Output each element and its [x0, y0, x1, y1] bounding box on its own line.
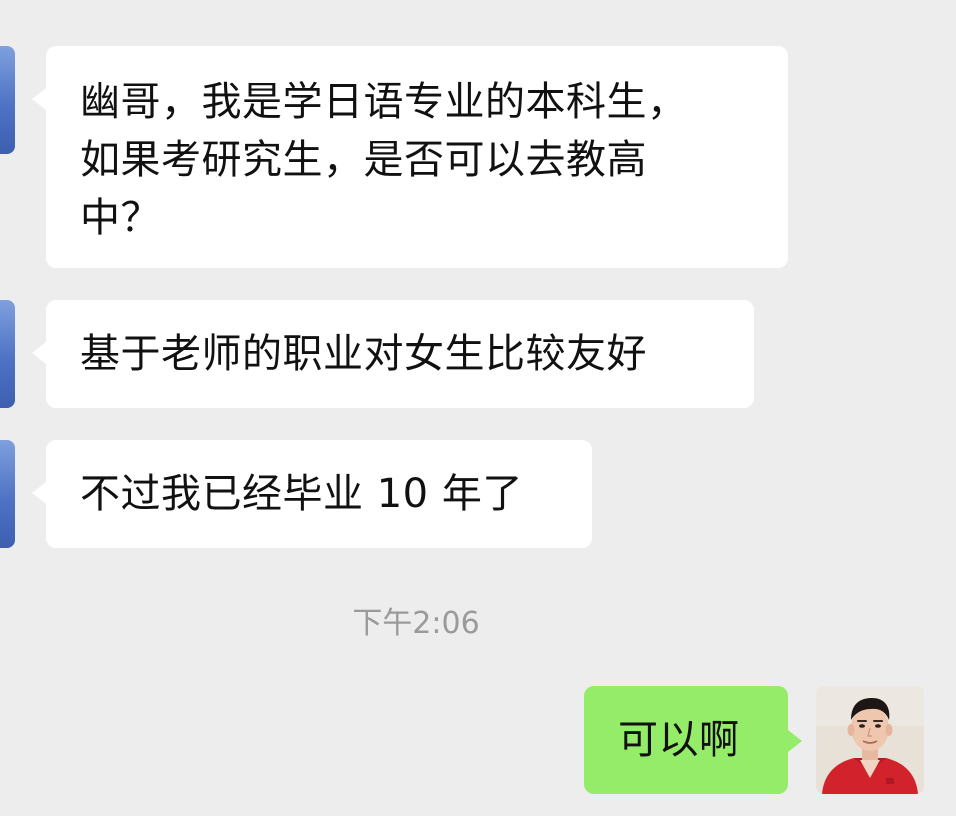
- message-text: 可以啊: [618, 717, 740, 763]
- sender-avatar[interactable]: [0, 300, 15, 408]
- message-timestamp: 下午2:06: [352, 606, 480, 641]
- avatar-portrait: [816, 686, 924, 794]
- sender-avatar[interactable]: [0, 440, 15, 548]
- message-bubble-incoming[interactable]: 不过我已经毕业 10 年了: [32, 440, 592, 548]
- message-bubble-incoming[interactable]: 幽哥，我是学日语专业的本科生， 如果考研究生，是否可以去教高 中？: [32, 46, 788, 268]
- message-bubble-outgoing[interactable]: 可以啊: [584, 686, 802, 794]
- message-text: 幽哥，我是学日语专业的本科生， 如果考研究生，是否可以去教高 中？: [80, 79, 688, 241]
- message-text: 不过我已经毕业 10 年了: [80, 471, 523, 517]
- message-text: 基于老师的职业对女生比较友好: [80, 331, 647, 377]
- self-avatar[interactable]: [816, 686, 924, 794]
- message-bubble-incoming[interactable]: 基于老师的职业对女生比较友好: [32, 300, 754, 408]
- sender-avatar[interactable]: [0, 46, 15, 154]
